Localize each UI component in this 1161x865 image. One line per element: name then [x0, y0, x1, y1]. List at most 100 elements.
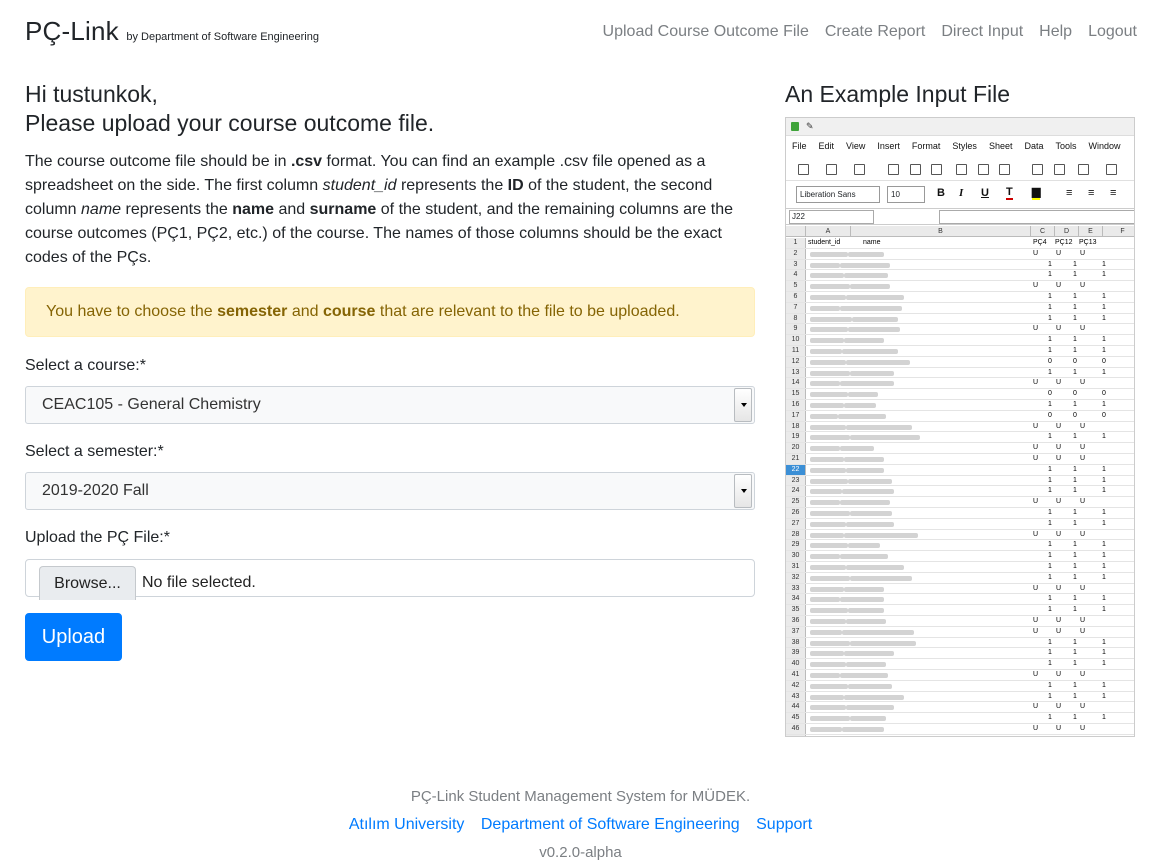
- sheet-row: 3 1 1 1: [786, 259, 1134, 271]
- outcome-cell: 1: [1048, 519, 1052, 527]
- outcome-cell: 0: [1048, 357, 1052, 365]
- sheet-row: 40 1 1 1: [786, 659, 1134, 670]
- outcome-cell: U: [1056, 498, 1062, 506]
- redacted-name: [850, 435, 920, 441]
- sheet-menu-item: Window: [1088, 141, 1121, 151]
- outcome-cell: 1: [1102, 336, 1106, 344]
- outcome-cell: 1: [1073, 314, 1077, 322]
- outcome-cell: 1: [1073, 649, 1077, 657]
- footer-link-atilim[interactable]: Atılım University: [349, 816, 465, 833]
- outcome-cell: U: [1080, 617, 1086, 624]
- redacted-name: [848, 608, 884, 614]
- sheet-row: 17 0 0 0: [786, 410, 1134, 422]
- outcome-cell: 1: [1073, 368, 1077, 376]
- sheet-menu-item: Tools: [1055, 141, 1077, 151]
- outcome-cell: 1: [1073, 595, 1077, 603]
- outcome-cell: U: [1056, 282, 1062, 290]
- redacted-student-id: [810, 565, 846, 570]
- outcome-cell: 0: [1048, 390, 1052, 398]
- outcome-cell: U: [1056, 627, 1062, 635]
- redacted-student-id: [810, 424, 846, 430]
- redacted-student-id: [810, 435, 850, 441]
- alert-part: You have to choose the: [46, 303, 218, 320]
- outcome-cell: 1: [1048, 660, 1052, 668]
- outcome-cell: U: [1080, 282, 1086, 290]
- brand-name[interactable]: PÇ-Link: [25, 16, 119, 46]
- print-icon: [910, 164, 921, 175]
- sheet-row: 46 U U U: [786, 724, 1134, 735]
- nav-logout[interactable]: Logout: [1088, 23, 1137, 41]
- desc-part: represents the: [396, 177, 508, 194]
- browse-button[interactable]: Browse...: [39, 566, 136, 600]
- redacted-name: [844, 457, 884, 462]
- row-number: 29: [786, 540, 806, 551]
- desc-part: represents the: [121, 201, 233, 218]
- outcome-cell: U: [1080, 725, 1086, 732]
- sheet-row: 20 U U U: [786, 443, 1134, 454]
- footer-link-support[interactable]: Support: [756, 816, 812, 833]
- redacted-name: [840, 597, 884, 603]
- redacted-student-id: [810, 489, 842, 495]
- semester-label: Select a semester:*: [25, 443, 164, 460]
- sheet-row: 2 U U U: [786, 248, 1134, 260]
- outcome-cell: 1: [1102, 638, 1106, 646]
- outcome-cell: 1: [1073, 552, 1077, 560]
- redacted-student-id: [810, 349, 842, 354]
- sheet-row: 24 1 1 1: [786, 486, 1134, 498]
- preview-icon: [931, 164, 942, 175]
- row-number: 13: [786, 367, 806, 378]
- outcome-cell: 1: [1073, 692, 1077, 700]
- desc-bold-id: ID: [507, 177, 524, 194]
- header-cell: name: [863, 239, 881, 246]
- redacted-student-id: [810, 727, 842, 732]
- example-section: An Example Input File ✎ File Edit View Inse…: [785, 80, 1135, 737]
- footer-link-department[interactable]: Department of Software Engineering: [481, 816, 740, 833]
- header-cell: PÇ12: [1055, 239, 1073, 246]
- calc-app-icon: [791, 122, 799, 131]
- course-select[interactable]: CEAC105 - General Chemistry: [25, 386, 755, 424]
- outcome-cell: 0: [1102, 390, 1106, 398]
- redacted-name: [840, 554, 888, 560]
- redacted-student-id: [810, 608, 848, 614]
- header-cell: PÇ4: [1033, 239, 1047, 246]
- file-input[interactable]: Browse... No file selected.: [25, 559, 755, 600]
- sheet-row: 7 1 1 1: [786, 302, 1134, 314]
- outcome-cell: 1: [1073, 293, 1077, 300]
- row-number: 14: [786, 378, 806, 389]
- outcome-cell: 1: [1102, 433, 1106, 441]
- outcome-cell: 1: [1048, 541, 1052, 549]
- outcome-cell: 1: [1048, 368, 1052, 376]
- redacted-name: [840, 381, 894, 387]
- outcome-cell: 1: [1102, 606, 1106, 614]
- redacted-name: [840, 673, 888, 678]
- redacted-student-id: [810, 543, 848, 549]
- sheet-row: 33 U U U: [786, 583, 1134, 595]
- nav-create-report[interactable]: Create Report: [825, 23, 926, 41]
- nav-upload-course-outcome-file[interactable]: Upload Course Outcome File: [603, 23, 809, 41]
- nav-help[interactable]: Help: [1039, 23, 1072, 41]
- outcome-cell: U: [1033, 455, 1039, 462]
- upload-button[interactable]: Upload: [25, 613, 122, 661]
- brand[interactable]: PÇ-Link by Department of Software Engine…: [25, 16, 319, 47]
- sheet-row: 47 U U U: [786, 734, 1134, 736]
- greeting-line2: Please upload your course outcome file.: [25, 110, 435, 136]
- redacted-name: [840, 500, 890, 506]
- semester-select-toggle[interactable]: [734, 474, 752, 508]
- redacted-name: [844, 651, 894, 657]
- outcome-cell: 1: [1048, 714, 1052, 722]
- outcome-cell: 0: [1073, 390, 1077, 398]
- outcome-cell: 1: [1102, 541, 1106, 549]
- nav-direct-input[interactable]: Direct Input: [941, 23, 1023, 41]
- semester-select[interactable]: 2019-2020 Fall: [25, 472, 755, 510]
- sheet-menu-item: Edit: [818, 141, 835, 151]
- redacted-name: [848, 251, 884, 257]
- outcome-cell: 1: [1048, 347, 1052, 354]
- course-select-toggle[interactable]: [734, 388, 752, 422]
- outcome-cell: 1: [1102, 681, 1106, 689]
- redo-icon: [1106, 164, 1117, 175]
- redacted-name: [842, 629, 914, 635]
- row-number: 37: [786, 626, 806, 637]
- redacted-student-id: [810, 467, 846, 473]
- redacted-student-id: [810, 575, 850, 581]
- desc-part: The course outcome file should be in: [25, 153, 291, 170]
